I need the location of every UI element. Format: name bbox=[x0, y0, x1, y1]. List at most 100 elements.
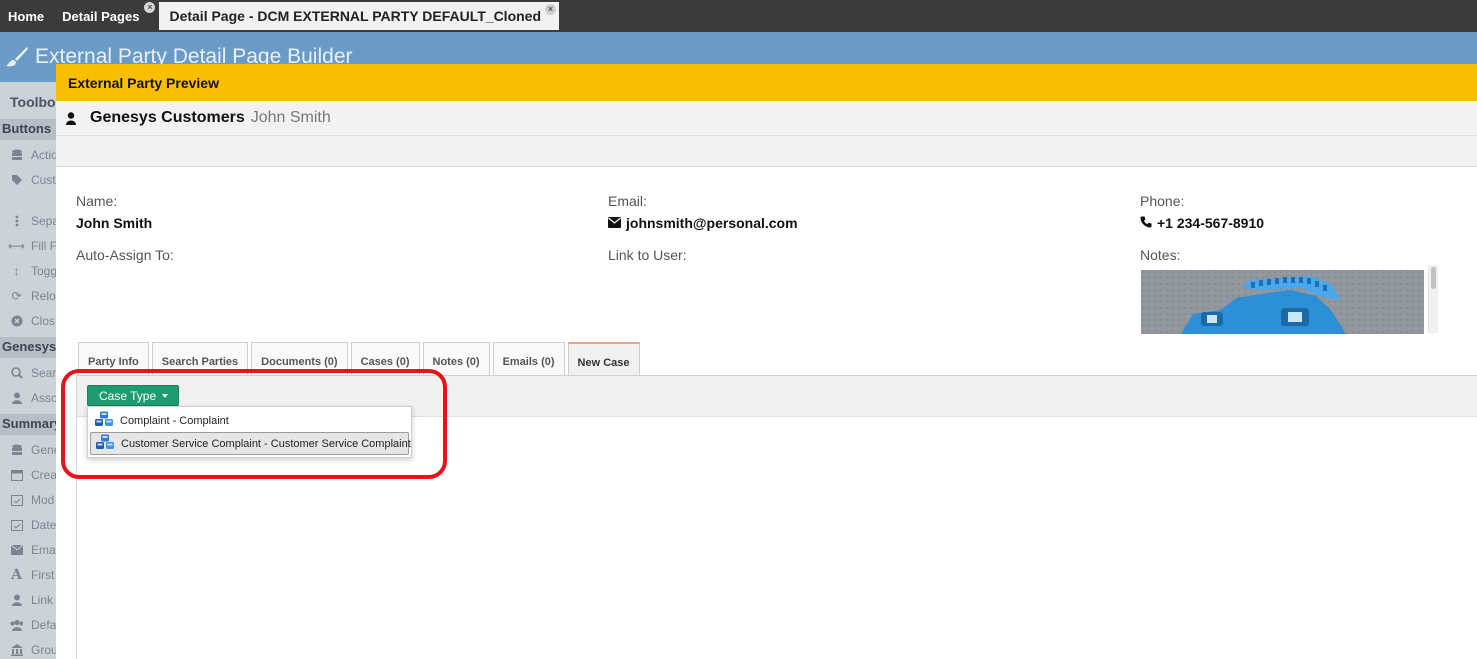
toolbox-item-label: Grou bbox=[31, 643, 56, 657]
toolbox-item-action[interactable]: Actio bbox=[10, 145, 56, 165]
tab-search-parties[interactable]: Search Parties bbox=[151, 342, 249, 375]
toolbox-title: Toolbo bbox=[10, 94, 56, 110]
user-icon bbox=[10, 594, 23, 607]
toolbox-item-associate[interactable]: Asso bbox=[10, 388, 56, 408]
email-value[interactable]: johnsmith@personal.com bbox=[608, 215, 798, 231]
toolbox-item-separator[interactable]: Sepa bbox=[10, 211, 56, 231]
toolbox-panel: Toolbo Buttons Actio Cust Sepa ⟷ Fill F … bbox=[0, 82, 56, 659]
notes-scrollbar-thumb[interactable] bbox=[1431, 267, 1436, 289]
user-icon bbox=[10, 392, 23, 405]
case-type-option-customer-service-complaint[interactable]: Customer Service Complaint - Customer Se… bbox=[90, 432, 411, 455]
bank-icon bbox=[10, 644, 23, 657]
calendar-check-icon bbox=[10, 494, 23, 507]
envelope-icon bbox=[608, 215, 621, 231]
calendar-icon bbox=[10, 469, 23, 482]
party-type: Genesys Customers bbox=[90, 109, 245, 126]
tab-detail-page-active[interactable]: Detail Page - DCM EXTERNAL PARTY DEFAULT… bbox=[159, 2, 560, 30]
horizontal-arrows-icon: ⟷ bbox=[7, 239, 26, 253]
phone-value-text: +1 234-567-8910 bbox=[1157, 215, 1265, 231]
toolbox-item-default[interactable]: Defa bbox=[10, 615, 56, 635]
top-tab-bar: Home Detail Pages × Detail Page - DCM EX… bbox=[0, 0, 1477, 32]
name-value-text: John Smith bbox=[76, 215, 153, 231]
toolbox-item-label: First bbox=[31, 568, 55, 582]
tab-notes[interactable]: Notes (0) bbox=[422, 342, 490, 375]
close-circle-icon bbox=[10, 315, 23, 328]
toolbox-item-label: Gene bbox=[31, 443, 56, 457]
calendar-check-icon bbox=[10, 519, 23, 532]
vertical-ellipsis-icon bbox=[10, 215, 23, 228]
toolbox-item-label: Defa bbox=[31, 618, 56, 632]
option-label: Customer Service Complaint - Customer Se… bbox=[121, 437, 411, 450]
toolbox-item-fill[interactable]: ⟷ Fill F bbox=[7, 236, 56, 256]
notes-label: Notes: bbox=[1140, 247, 1181, 263]
toolbox-item-label: Sepa bbox=[31, 214, 56, 228]
users-icon bbox=[10, 619, 23, 632]
toolbox-item-general[interactable]: Gene bbox=[10, 440, 56, 460]
toolbox-item-label: Crea bbox=[31, 468, 56, 482]
tab-documents[interactable]: Documents (0) bbox=[251, 342, 348, 375]
phone-value[interactable]: +1 234-567-8910 bbox=[1140, 215, 1264, 231]
party-subheader-strip bbox=[56, 136, 1477, 167]
close-icon[interactable]: × bbox=[545, 4, 557, 15]
tab-emails[interactable]: Emails (0) bbox=[492, 342, 565, 375]
tab-detail-pages[interactable]: Detail Pages × bbox=[52, 0, 157, 32]
toolbox-item-label: Ema bbox=[31, 543, 56, 557]
toolbox-section-genesys: Genesys bbox=[0, 337, 56, 358]
toolbox-item-label: Mod bbox=[31, 493, 55, 507]
link-to-user-label: Link to User: bbox=[608, 247, 687, 263]
close-icon[interactable]: × bbox=[144, 2, 156, 13]
case-type-button-label: Case Type bbox=[99, 388, 157, 403]
toolbox-item-custom[interactable]: Cust bbox=[10, 170, 56, 190]
toolbox-item-label: Actio bbox=[31, 148, 56, 162]
case-type-dropdown: Complaint - Complaint Customer Service C… bbox=[87, 406, 412, 458]
toolbox-item-email[interactable]: Ema bbox=[10, 540, 56, 560]
case-type-button[interactable]: Case Type bbox=[87, 385, 180, 406]
caret-down-icon bbox=[162, 393, 169, 398]
toolbox-item-modified[interactable]: Mod bbox=[10, 490, 54, 510]
database-icon bbox=[10, 149, 23, 162]
tab-active-label: Detail Page - DCM EXTERNAL PARTY DEFAULT… bbox=[169, 8, 542, 24]
toolbox-item-label: Togg bbox=[31, 264, 56, 278]
toolbox-item-label: Fill F bbox=[31, 239, 56, 253]
database-icon bbox=[10, 444, 23, 457]
notes-scrollbar[interactable] bbox=[1428, 265, 1438, 333]
toolbox-item-search[interactable]: Sear bbox=[10, 363, 56, 383]
toolbox-section-buttons: Buttons bbox=[0, 119, 56, 140]
tab-home[interactable]: Home bbox=[0, 0, 52, 32]
paintbrush-icon bbox=[5, 46, 29, 73]
tab-home-label: Home bbox=[8, 8, 45, 24]
toolbox-item-group[interactable]: Grou bbox=[10, 640, 56, 659]
user-icon bbox=[66, 111, 76, 125]
toolbox-section-summary: Summary bbox=[0, 414, 56, 435]
toolbox-item-date[interactable]: Date bbox=[10, 515, 56, 535]
email-value-text: johnsmith@personal.com bbox=[626, 215, 798, 231]
phone-label: Phone: bbox=[1140, 193, 1185, 209]
email-label: Email: bbox=[608, 193, 647, 209]
envelope-icon bbox=[10, 544, 23, 557]
cubes-icon bbox=[94, 411, 114, 430]
cubes-icon bbox=[95, 434, 115, 453]
name-value: John Smith bbox=[76, 215, 152, 231]
vertical-arrows-icon: ↕ bbox=[13, 264, 20, 278]
external-party-preview: External Party Preview Genesys Customers… bbox=[56, 64, 1477, 659]
tab-new-case[interactable]: New Case bbox=[567, 342, 640, 375]
toolbox-item-close[interactable]: Clos bbox=[10, 311, 55, 331]
party-title-bar: Genesys Customers John Smith bbox=[56, 101, 1477, 136]
phone-icon bbox=[1140, 215, 1152, 231]
tab-cases[interactable]: Cases (0) bbox=[350, 342, 420, 375]
toolbox-item-label: Date bbox=[31, 518, 56, 532]
toolbox-item-label: Clos bbox=[31, 314, 56, 328]
party-tabs: Party Info Search Parties Documents (0) … bbox=[78, 342, 640, 375]
option-label: Complaint - Complaint bbox=[120, 414, 229, 427]
case-type-option-complaint[interactable]: Complaint - Complaint bbox=[90, 409, 409, 432]
toolbox-item-reload[interactable]: ⟳ Relo bbox=[10, 286, 56, 306]
toolbox-item-created[interactable]: Crea bbox=[10, 465, 56, 485]
toolbox-item-label: Relo bbox=[31, 289, 56, 303]
toolbox-item-link[interactable]: Link bbox=[10, 590, 53, 610]
tab-party-info[interactable]: Party Info bbox=[78, 342, 149, 375]
toolbox-item-toggle[interactable]: ↕ Togg bbox=[10, 261, 57, 281]
name-label: Name: bbox=[76, 193, 118, 209]
auto-assign-label: Auto-Assign To: bbox=[76, 247, 174, 263]
toolbox-item-first[interactable]: A First bbox=[10, 565, 54, 585]
tag-icon bbox=[10, 174, 23, 187]
